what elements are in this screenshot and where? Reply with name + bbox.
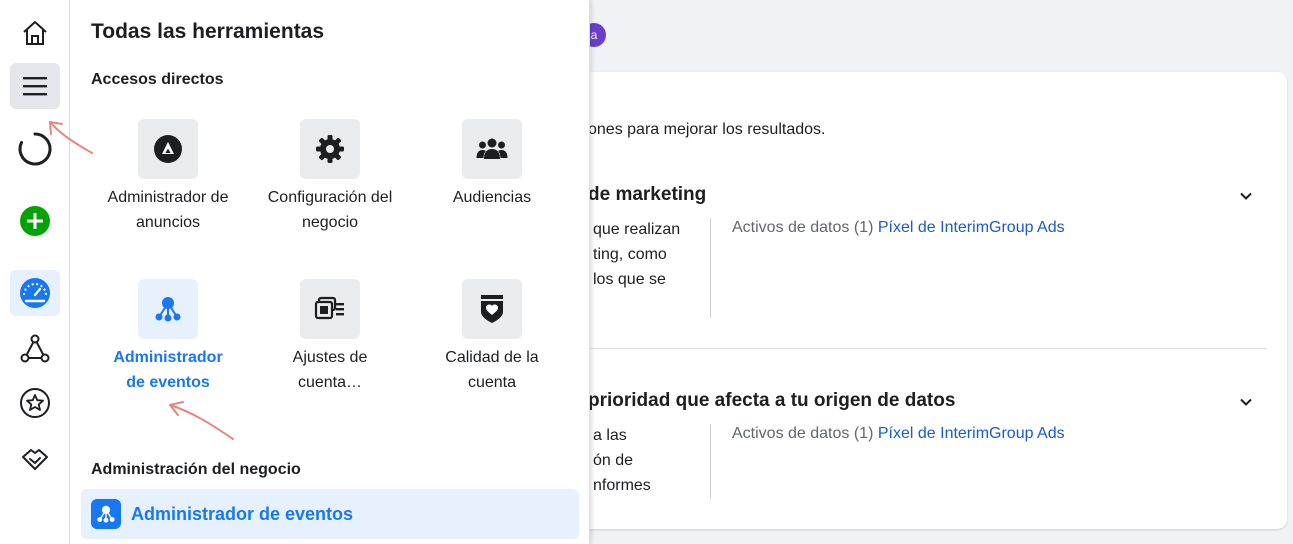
all-tools-button[interactable]: [10, 63, 60, 109]
divider: [710, 218, 711, 318]
data-assets-label: Activos de datos (1): [732, 219, 874, 236]
data-assets: Activos de datos (1) Píxel de InterimGro…: [732, 425, 1065, 443]
ads-manager-icon: [154, 135, 182, 163]
chevron-down-icon[interactable]: [1238, 188, 1254, 204]
shield-heart-icon: [481, 295, 503, 323]
tile-events-manager[interactable]: Administrador de eventos: [87, 279, 249, 395]
divider: [710, 424, 711, 499]
tile-icon-box: [462, 119, 522, 179]
tile-account-settings[interactable]: Ajustes de cuenta…: [249, 279, 411, 395]
section-desc-line: ón de: [593, 452, 634, 469]
left-rail: [0, 0, 70, 544]
section-desc-line: a las: [593, 427, 627, 444]
panel-title: Todas las herramientas: [91, 20, 325, 43]
tile-label: Ajustes de cuenta…: [292, 349, 368, 391]
business-item-label: Administrador de eventos: [131, 503, 354, 524]
gear-icon: [316, 135, 344, 163]
annotation-arrow-icon: [169, 401, 234, 440]
account-settings-icon: [314, 296, 344, 320]
card-subtitle: ones para mejorar los resultados.: [588, 121, 826, 138]
section-desc-line: los que se: [593, 271, 666, 288]
divider: [590, 348, 1267, 349]
chevron-down-icon[interactable]: [1238, 394, 1254, 410]
events-manager-icon: [155, 297, 181, 322]
event-quality-card: ones para mejorar los resultados. de mar…: [560, 72, 1287, 529]
create-button[interactable]: [10, 198, 60, 244]
partners-button[interactable]: [10, 436, 60, 482]
people-icon: [476, 138, 508, 159]
tile-label: Calidad de la cuenta: [445, 349, 539, 391]
tile-ads-manager[interactable]: Administrador de anuncios: [87, 119, 249, 235]
data-assets-label: Activos de datos (1): [732, 425, 874, 442]
home-button[interactable]: [10, 10, 60, 56]
tile-icon-box: [300, 119, 360, 179]
shortcuts-heading: Accesos directos: [91, 71, 224, 88]
section-title-marketing: de marketing: [588, 184, 707, 205]
home-icon: [23, 21, 47, 45]
annotation-arrow-icon: [49, 121, 93, 154]
events-manager-icon: [97, 505, 115, 523]
tile-label: Administrador de eventos: [113, 349, 223, 391]
network-button[interactable]: [10, 326, 60, 372]
menu-icon: [23, 77, 47, 96]
star-icon: [20, 388, 50, 418]
pixel-link[interactable]: Píxel de InterimGroup Ads: [878, 219, 1065, 236]
pixel-link[interactable]: Píxel de InterimGroup Ads: [878, 425, 1065, 442]
tile-account-quality[interactable]: Calidad de la cuenta: [411, 279, 573, 395]
section-desc-line: que realizan: [593, 221, 681, 238]
tile-label: Administrador de anuncios: [107, 189, 229, 231]
row-icon-box: [91, 499, 121, 529]
handshake-icon: [22, 449, 48, 470]
tile-icon-box: [300, 279, 360, 339]
business-item-events-manager[interactable]: Administrador de eventos: [81, 489, 579, 539]
section-desc-line: nformes: [593, 477, 651, 494]
tile-business-settings[interactable]: Configuración del negocio: [249, 119, 411, 235]
tile-icon-box: [462, 279, 522, 339]
data-assets: Activos de datos (1) Píxel de InterimGro…: [732, 219, 1065, 237]
dashboard-icon: [20, 278, 50, 308]
business-heading: Administración del negocio: [91, 461, 301, 478]
tile-audiences[interactable]: Audiencias: [411, 119, 573, 210]
create-icon: [20, 206, 50, 236]
tile-icon-box: [138, 119, 198, 179]
favorites-button[interactable]: [10, 380, 60, 426]
section-desc-line: ting, como: [593, 246, 667, 263]
dashboard-button[interactable]: [10, 270, 60, 316]
all-tools-panel: Todas las herramientas Accesos directos …: [70, 0, 590, 544]
tile-label: Configuración del negocio: [267, 189, 393, 231]
section-title-priority: prioridad que afecta a tu origen de dato…: [588, 390, 956, 411]
tile-icon-box: [138, 279, 198, 339]
network-icon: [20, 334, 50, 363]
tile-label: Audiencias: [452, 189, 532, 206]
